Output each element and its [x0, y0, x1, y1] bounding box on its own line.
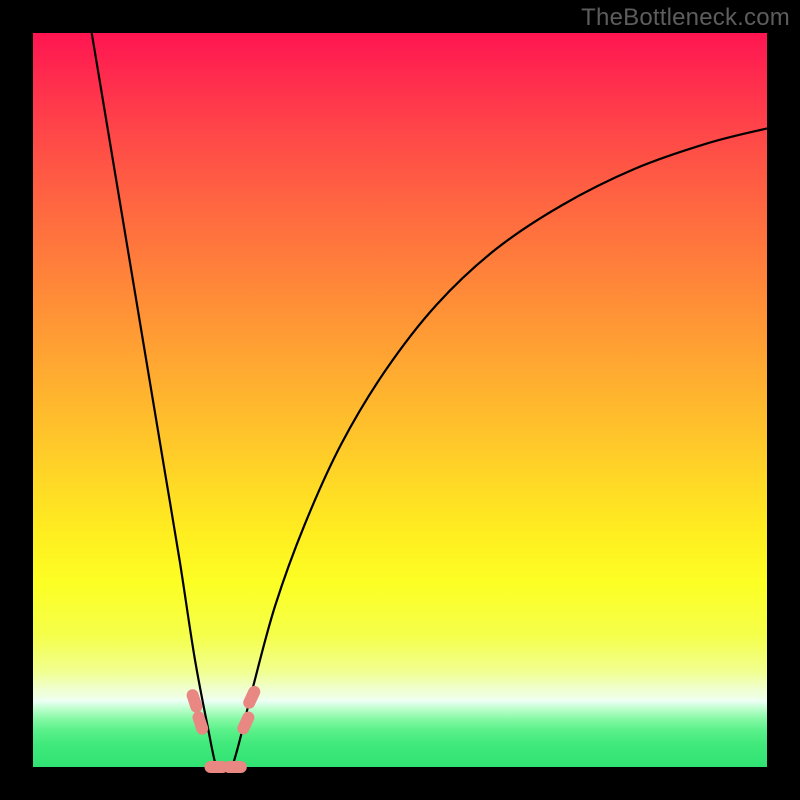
chart-frame: TheBottleneck.com: [0, 0, 800, 800]
marker-right-lower: [235, 710, 256, 737]
bottleneck-curve: [92, 33, 767, 770]
marker-flat-right: [223, 761, 247, 773]
marker-layer: [185, 684, 262, 773]
plot-area: [33, 33, 767, 767]
watermark-text: TheBottleneck.com: [581, 4, 790, 32]
curve-layer: [33, 33, 767, 767]
marker-right-upper: [241, 684, 262, 711]
